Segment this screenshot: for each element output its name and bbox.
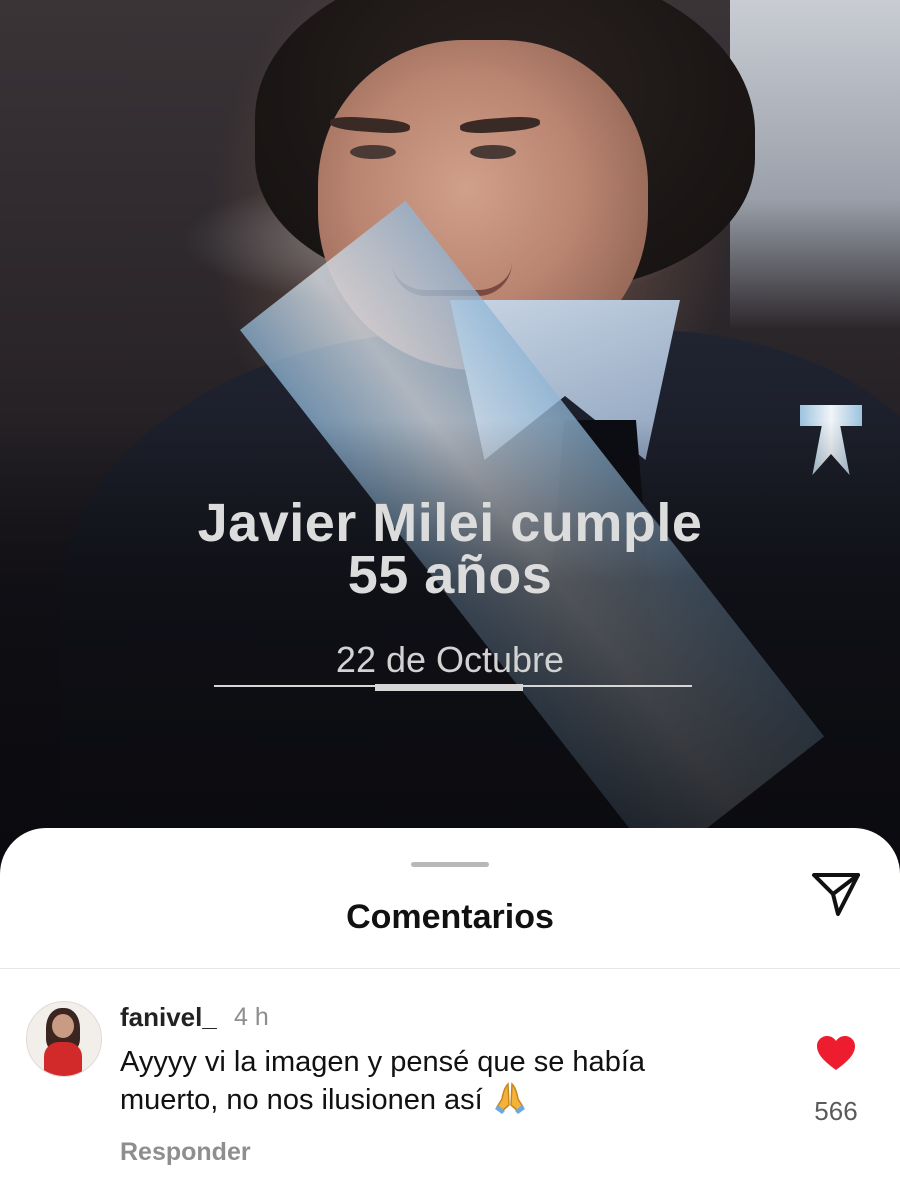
reply-button[interactable]: Responder: [120, 1138, 251, 1167]
eye-right: [470, 145, 516, 159]
post-headline-line2: 55 años: [347, 545, 553, 605]
comment-text-line1: Ayyyy vi la imagen y pensé que se había: [120, 1046, 646, 1078]
avatar[interactable]: [26, 1001, 102, 1077]
comment-text-line2-wrap: muerto, no nos ilusionen así: [120, 1081, 760, 1119]
background-wall: [730, 0, 900, 330]
folded-hands-icon: [494, 1082, 525, 1114]
paper-plane-icon[interactable]: [808, 866, 864, 922]
comment-timestamp: 4 h: [234, 1003, 269, 1031]
sheet-title: Comentarios: [346, 898, 554, 936]
comment-text: Ayyyy vi la imagen y pensé que se había …: [120, 1043, 760, 1119]
avatar-dress: [44, 1042, 82, 1076]
sheet-drag-handle[interactable]: [411, 862, 489, 867]
date-underline-accent: [375, 684, 523, 691]
sheet-divider: [0, 968, 900, 969]
avatar-face: [52, 1014, 74, 1038]
post-image[interactable]: Javier Milei cumple 55 años 22 de Octubr…: [0, 0, 900, 880]
post-headline-line1: Javier Milei cumple: [197, 493, 703, 553]
eye-left: [350, 145, 396, 159]
comment-username[interactable]: fanivel_: [120, 1002, 217, 1033]
like-count: 566: [814, 1096, 858, 1126]
comment-text-line2: muerto, no nos ilusionen así: [120, 1084, 483, 1116]
comments-sheet: Comentarios fanivel_ 4 h Ayyyy vi la ima…: [0, 828, 900, 1200]
heart-filled-icon[interactable]: [816, 1036, 856, 1072]
heart-shape: [817, 1036, 855, 1070]
post-date: 22 de Octubre: [335, 639, 565, 680]
post-headline: Javier Milei cumple 55 años: [0, 493, 900, 605]
